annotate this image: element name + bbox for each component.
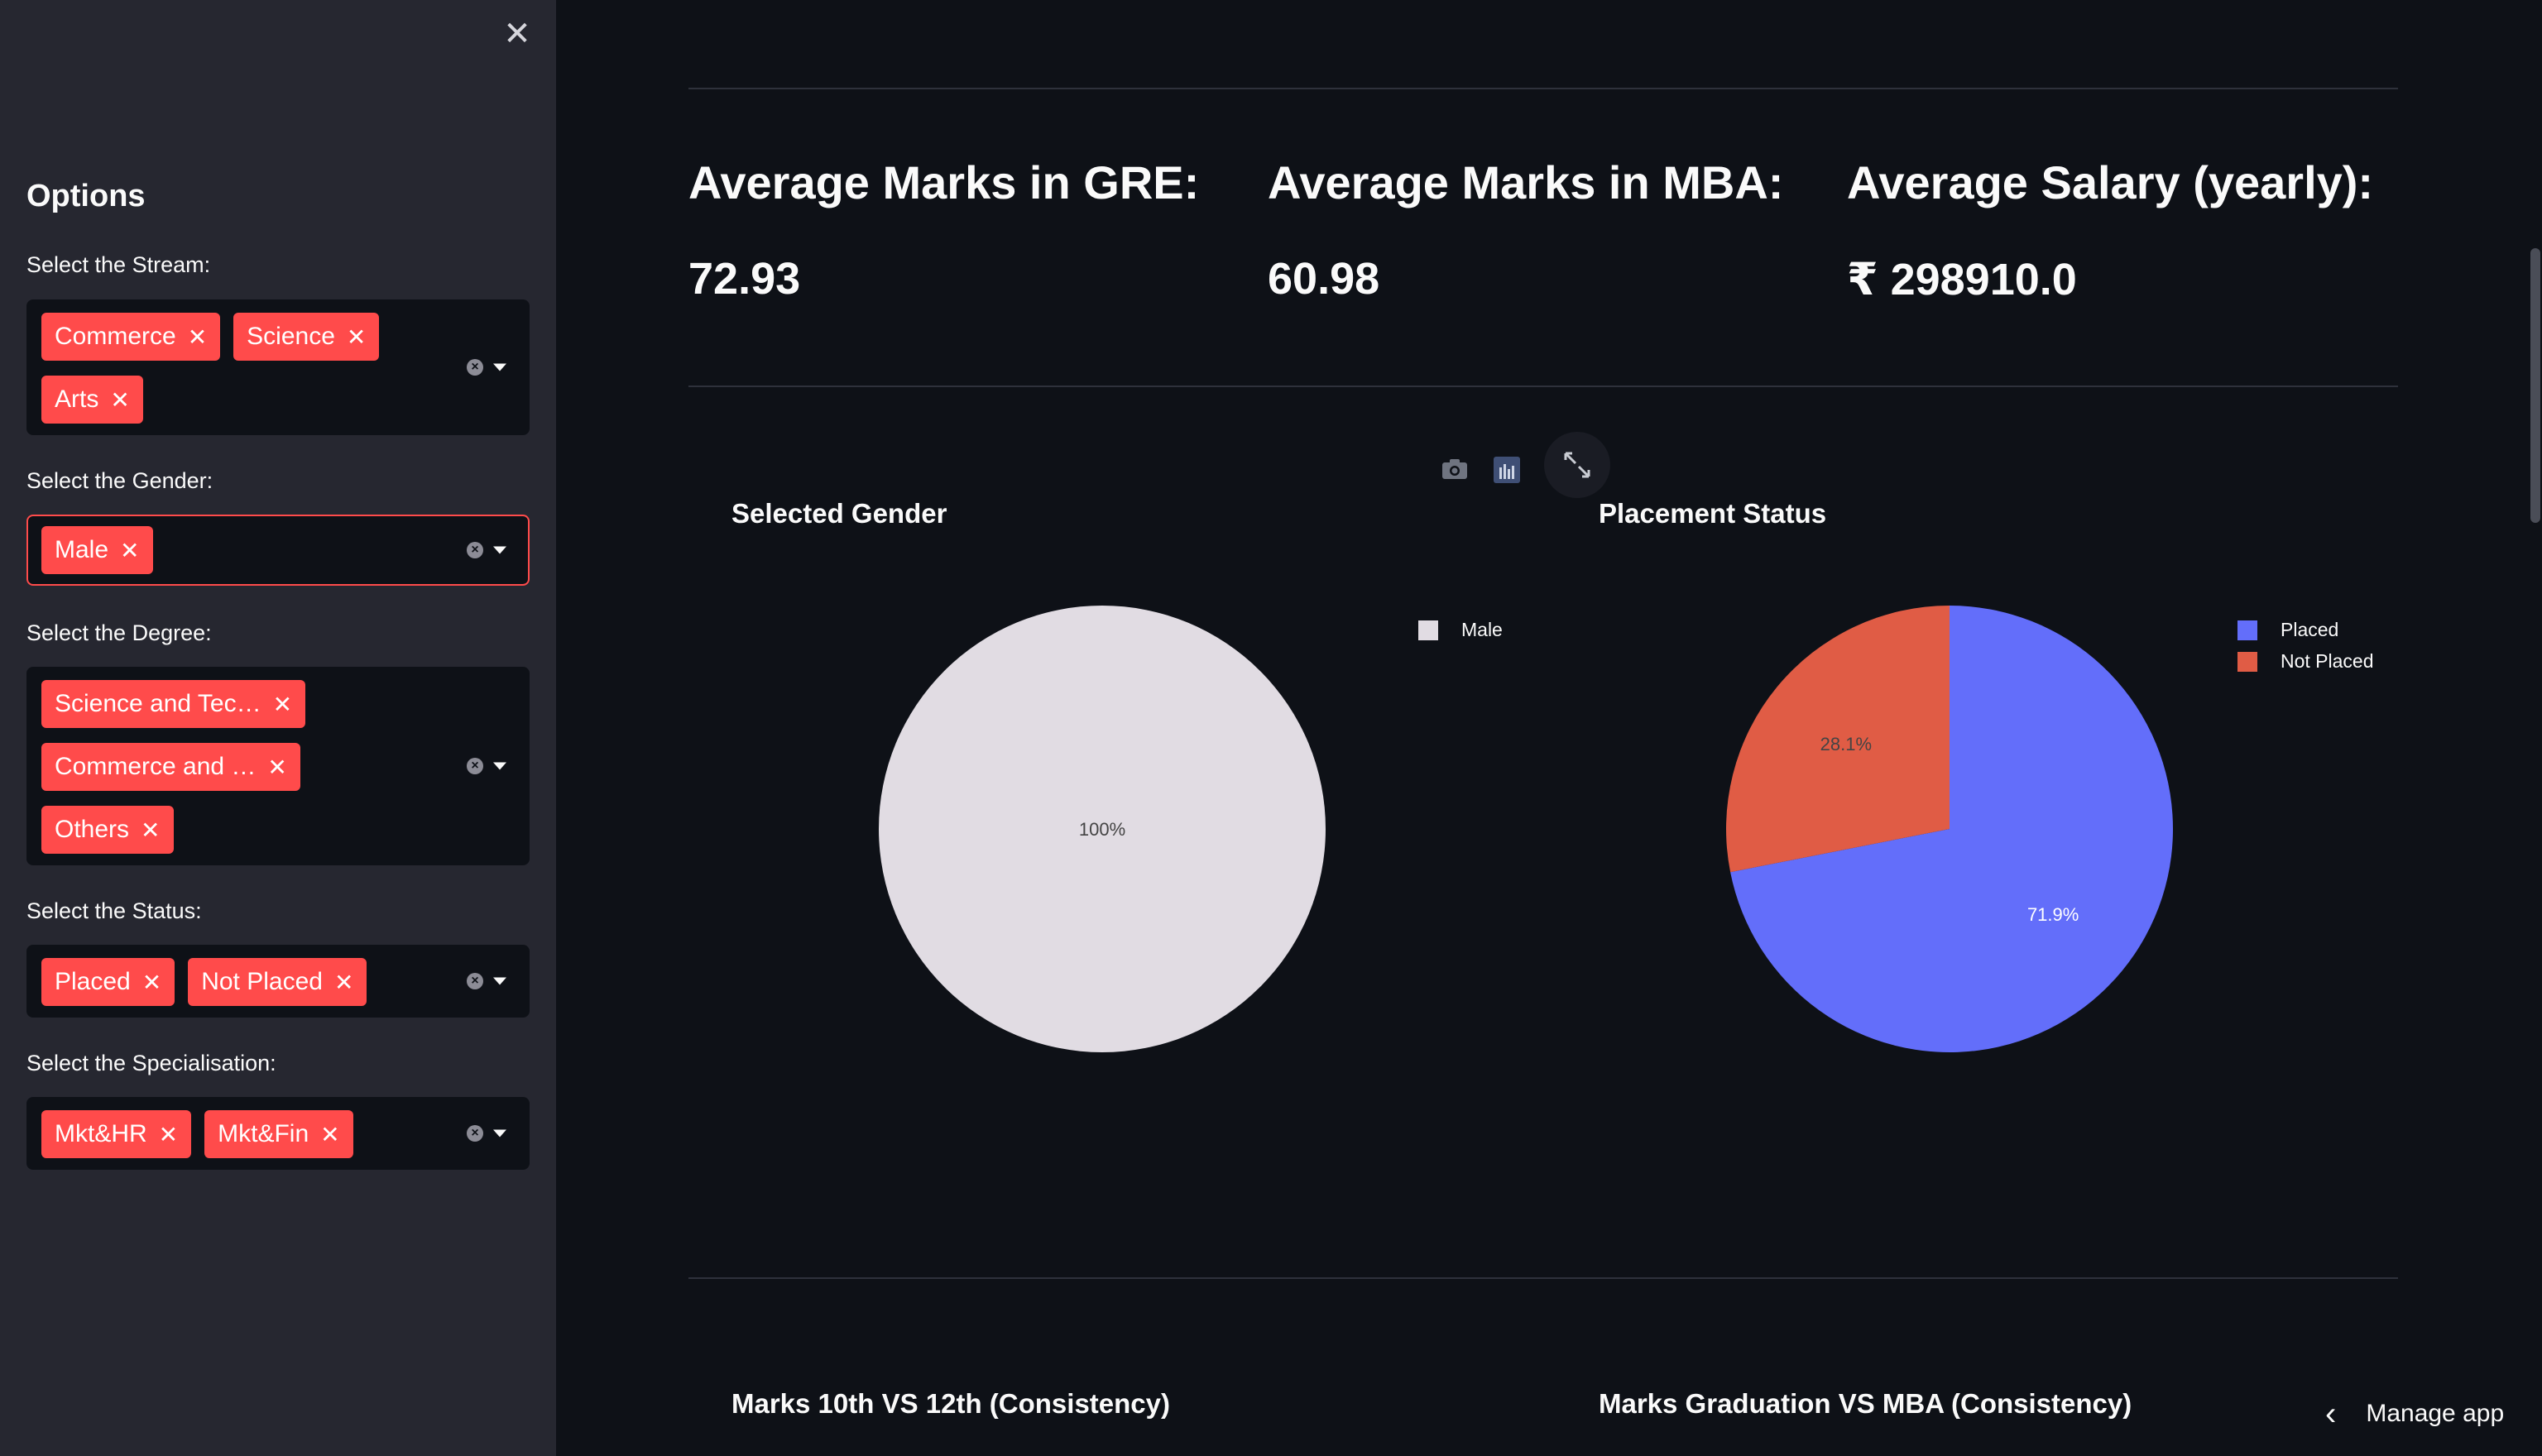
stream-label: Select the Stream:: [26, 252, 211, 277]
specialisation-chip-mkt-hr: Mkt&HR ✕: [41, 1110, 192, 1158]
chevron-left-icon: ‹: [2325, 1396, 2337, 1432]
remove-chip-icon[interactable]: ✕: [347, 323, 366, 351]
gender-label: Select the Gender:: [26, 468, 213, 493]
clear-all-icon[interactable]: ×: [467, 973, 483, 989]
chart-title-gender: Selected Gender: [731, 498, 947, 529]
fullscreen-icon: [1564, 452, 1590, 478]
close-sidebar-button[interactable]: ✕: [501, 16, 533, 52]
degree-label: Select the Degree:: [26, 620, 212, 645]
degree-chip-others: Others ✕: [41, 806, 174, 854]
gender-multiselect[interactable]: Male ✕ ×: [26, 515, 530, 586]
metric-label-mba: Average Marks in MBA:: [1268, 156, 1784, 208]
stream-multiselect[interactable]: Commerce ✕ Science ✕ Arts ✕ ×: [26, 299, 530, 435]
stream-chip-science: Science ✕: [233, 313, 380, 361]
remove-chip-icon[interactable]: ✕: [142, 969, 161, 996]
status-label: Select the Status:: [26, 898, 202, 923]
status-chip-placed: Placed ✕: [41, 958, 175, 1006]
camera-icon: [1442, 459, 1467, 479]
metric-value-mba: 60.98: [1268, 254, 1380, 304]
chevron-down-icon[interactable]: [493, 762, 506, 770]
plotly-logo-button[interactable]: [1491, 457, 1523, 486]
gender-chip-male: Male ✕: [41, 526, 153, 574]
placement-pie-slice-label-0: 71.9%: [2027, 904, 2079, 925]
clear-all-icon[interactable]: ×: [467, 542, 483, 558]
chevron-down-icon[interactable]: [493, 977, 506, 985]
metric-value-salary: ₹ 298910.0: [1847, 255, 2077, 304]
gender-pie-slice-label-0: 100%: [1079, 819, 1125, 840]
legend-item-male[interactable]: Male: [1418, 619, 1503, 641]
specialisation-chip-mkt-fin: Mkt&Fin ✕: [204, 1110, 353, 1158]
divider: [688, 386, 2398, 387]
chevron-down-icon[interactable]: [493, 546, 506, 554]
clear-all-icon[interactable]: ×: [467, 758, 483, 774]
specialisation-label: Select the Specialisation:: [26, 1051, 276, 1075]
stream-chip-commerce: Commerce ✕: [41, 313, 221, 361]
placement-pie-slice-label-1: 28.1%: [1820, 734, 1872, 754]
stream-chip-arts: Arts ✕: [41, 376, 143, 424]
degree-chip-science-tech: Science and Tec… ✕: [41, 680, 306, 728]
status-chip-not-placed: Not Placed ✕: [188, 958, 367, 1006]
specialisation-multiselect[interactable]: Mkt&HR ✕ Mkt&Fin ✕ ×: [26, 1097, 530, 1170]
divider: [688, 88, 2398, 89]
close-icon: ✕: [503, 16, 531, 52]
gender-pie-chart[interactable]: 100%: [875, 602, 1329, 1056]
metric-label-gre: Average Marks in GRE:: [688, 156, 1200, 208]
fullscreen-button[interactable]: [1544, 432, 1610, 498]
remove-chip-icon[interactable]: ✕: [110, 386, 129, 414]
legend-item-placed[interactable]: Placed: [2237, 619, 2338, 641]
status-multiselect[interactable]: Placed ✕ Not Placed ✕ ×: [26, 945, 530, 1018]
chart-title-marks-10-12: Marks 10th VS 12th (Consistency): [731, 1388, 1170, 1419]
remove-chip-icon[interactable]: ✕: [159, 1121, 178, 1148]
degree-multiselect[interactable]: Science and Tec… ✕ Commerce and … ✕ Othe…: [26, 667, 530, 865]
divider: [688, 1277, 2398, 1279]
bar-chart-icon: [1494, 457, 1520, 483]
remove-chip-icon[interactable]: ✕: [188, 323, 207, 351]
legend-swatch-not-placed: [2237, 651, 2257, 672]
legend-swatch-placed: [2237, 620, 2257, 640]
clear-all-icon[interactable]: ×: [467, 1125, 483, 1142]
legend-swatch-male: [1418, 620, 1438, 640]
download-png-button[interactable]: [1438, 457, 1471, 486]
page-scrollbar[interactable]: [2530, 248, 2540, 523]
metric-value-gre: 72.93: [688, 254, 801, 304]
chevron-down-icon[interactable]: [493, 1129, 506, 1138]
remove-chip-icon[interactable]: ✕: [273, 691, 292, 718]
sidebar: ✕ Options Select the Stream: Commerce ✕ …: [0, 0, 556, 1456]
manage-app-button[interactable]: ‹ Manage app: [2325, 1396, 2504, 1432]
metric-label-salary: Average Salary (yearly):: [1847, 156, 2374, 208]
remove-chip-icon[interactable]: ✕: [141, 817, 160, 844]
chart-title-grad-mba: Marks Graduation VS MBA (Consistency): [1599, 1388, 2132, 1419]
sidebar-title: Options: [26, 179, 146, 213]
remove-chip-icon[interactable]: ✕: [334, 969, 353, 996]
clear-all-icon[interactable]: ×: [467, 359, 483, 376]
remove-chip-icon[interactable]: ✕: [120, 537, 139, 564]
degree-chip-commerce: Commerce and … ✕: [41, 743, 300, 791]
chart-title-placement: Placement Status: [1599, 498, 1827, 529]
chevron-down-icon[interactable]: [493, 363, 506, 371]
legend-item-not-placed[interactable]: Not Placed: [2237, 650, 2374, 673]
placement-pie-chart[interactable]: 71.9% 28.1%: [1723, 602, 2176, 1056]
remove-chip-icon[interactable]: ✕: [320, 1121, 339, 1148]
remove-chip-icon[interactable]: ✕: [267, 754, 286, 781]
